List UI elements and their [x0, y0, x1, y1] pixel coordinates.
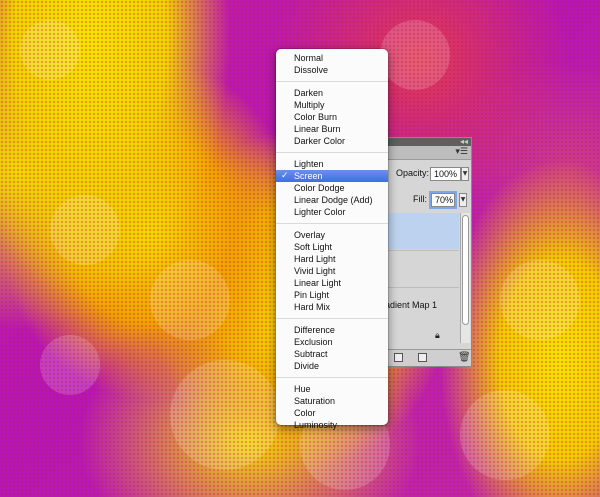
panel-menu-icon[interactable]: ▾☰ [455, 147, 468, 157]
fill-dropdown-icon[interactable]: ▼ [459, 193, 467, 207]
blend-mode-dropdown-menu[interactable]: Normal Dissolve Darken Multiply Color Burn Li… [276, 49, 388, 430]
menu-item-label: Overlay [294, 230, 326, 240]
menu-item-linear-dodge-add[interactable]: Linear Dodge (Add) [276, 194, 388, 206]
layer-row-selected[interactable] [385, 213, 459, 249]
menu-item-label: Pin Light [294, 290, 330, 300]
menu-item-label: Hard Light [294, 254, 336, 264]
menu-item-lighter-color[interactable]: Lighter Color [276, 206, 388, 218]
menu-item-difference[interactable]: Difference [276, 324, 388, 336]
menu-separator [276, 81, 388, 82]
menu-item-label: Vivid Light [294, 266, 336, 276]
menu-item-label: Color Burn [294, 112, 338, 122]
bokeh-circle [460, 390, 550, 480]
bokeh-circle [380, 20, 450, 90]
menu-item-soft-light[interactable]: Soft Light [276, 241, 388, 253]
menu-item-label: Hue [294, 384, 311, 394]
menu-item-label: Subtract [294, 349, 328, 359]
fill-field[interactable]: 70% [429, 191, 457, 209]
menu-separator [276, 318, 388, 319]
menu-item-label: Divide [294, 361, 320, 371]
menu-item-luminosity[interactable]: Luminosity [276, 419, 388, 431]
panel-title-bar[interactable]: ◂◂ [384, 137, 471, 146]
menu-item-label: Color [294, 408, 316, 418]
menu-item-divide[interactable]: Divide [276, 360, 388, 372]
menu-item-lighten[interactable]: Lighten [276, 158, 388, 170]
menu-item-label: Lighter Color [294, 207, 346, 217]
new-layer-icon[interactable] [418, 353, 427, 362]
menu-item-subtract[interactable]: Subtract [276, 348, 388, 360]
layers-panel: ◂◂ ▾☰ Opacity: 100% ▼ Fill: 70% ▼ adient… [383, 137, 472, 367]
opacity-dropdown-icon[interactable]: ▼ [461, 167, 469, 181]
menu-item-label: Luminosity [294, 420, 338, 430]
menu-item-overlay[interactable]: Overlay [276, 229, 388, 241]
panel-tab-bar: ▾☰ [384, 146, 471, 160]
menu-item-color-burn[interactable]: Color Burn [276, 111, 388, 123]
layer-row[interactable] [385, 250, 459, 287]
layer-name: adient Map 1 [385, 300, 438, 310]
menu-item-label: Darken [294, 88, 324, 98]
bokeh-circle [500, 260, 580, 340]
checkmark-icon: ✓ [281, 171, 289, 181]
menu-item-label: Soft Light [294, 242, 333, 252]
menu-item-label: Saturation [294, 396, 336, 406]
panel-footer: 🗑︎ [384, 349, 471, 366]
menu-item-color[interactable]: Color [276, 407, 388, 419]
lock-icon: 🔒︎ [435, 331, 440, 341]
menu-item-dissolve[interactable]: Dissolve [276, 64, 388, 76]
menu-item-hard-mix[interactable]: Hard Mix [276, 301, 388, 313]
menu-item-saturation[interactable]: Saturation [276, 395, 388, 407]
fill-label: Fill: [413, 194, 427, 204]
menu-item-darker-color[interactable]: Darker Color [276, 135, 388, 147]
menu-item-hard-light[interactable]: Hard Light [276, 253, 388, 265]
menu-item-hue[interactable]: Hue [276, 383, 388, 395]
menu-item-label: Screen [294, 171, 323, 181]
collapse-icon[interactable]: ◂◂ [460, 137, 468, 146]
menu-item-multiply[interactable]: Multiply [276, 99, 388, 111]
menu-item-label: Difference [294, 325, 335, 335]
menu-item-linear-burn[interactable]: Linear Burn [276, 123, 388, 135]
bokeh-circle [20, 20, 80, 80]
menu-item-label: Color Dodge [294, 183, 345, 193]
menu-item-label: Linear Burn [294, 124, 341, 134]
trash-icon[interactable]: 🗑︎ [458, 352, 471, 363]
layer-row[interactable]: adient Map 1 [385, 287, 459, 324]
menu-item-linear-light[interactable]: Linear Light [276, 277, 388, 289]
opacity-field[interactable]: 100% [430, 167, 461, 181]
menu-item-exclusion[interactable]: Exclusion [276, 336, 388, 348]
menu-separator [276, 377, 388, 378]
menu-separator [276, 223, 388, 224]
bokeh-circle [150, 260, 230, 340]
opacity-label: Opacity: [396, 168, 430, 178]
menu-item-label: Dissolve [294, 65, 329, 75]
bokeh-circle [170, 360, 280, 470]
menu-item-color-dodge[interactable]: Color Dodge [276, 182, 388, 194]
menu-item-vivid-light[interactable]: Vivid Light [276, 265, 388, 277]
bokeh-circle [50, 195, 120, 265]
layers-scrollbar[interactable] [460, 213, 470, 343]
menu-item-normal[interactable]: Normal [276, 52, 388, 64]
menu-item-label: Multiply [294, 100, 325, 110]
scrollbar-thumb[interactable] [462, 215, 469, 325]
menu-item-screen[interactable]: ✓ Screen [276, 170, 388, 182]
menu-separator [276, 152, 388, 153]
menu-item-label: Normal [294, 53, 324, 63]
menu-item-label: Linear Dodge (Add) [294, 195, 373, 205]
menu-item-label: Exclusion [294, 337, 333, 347]
menu-item-label: Darker Color [294, 136, 346, 146]
new-group-icon[interactable] [394, 353, 403, 362]
bokeh-circle [40, 335, 100, 395]
menu-item-pin-light[interactable]: Pin Light [276, 289, 388, 301]
menu-item-label: Linear Light [294, 278, 342, 288]
menu-item-label: Hard Mix [294, 302, 331, 312]
menu-item-darken[interactable]: Darken [276, 87, 388, 99]
menu-item-label: Lighten [294, 159, 324, 169]
